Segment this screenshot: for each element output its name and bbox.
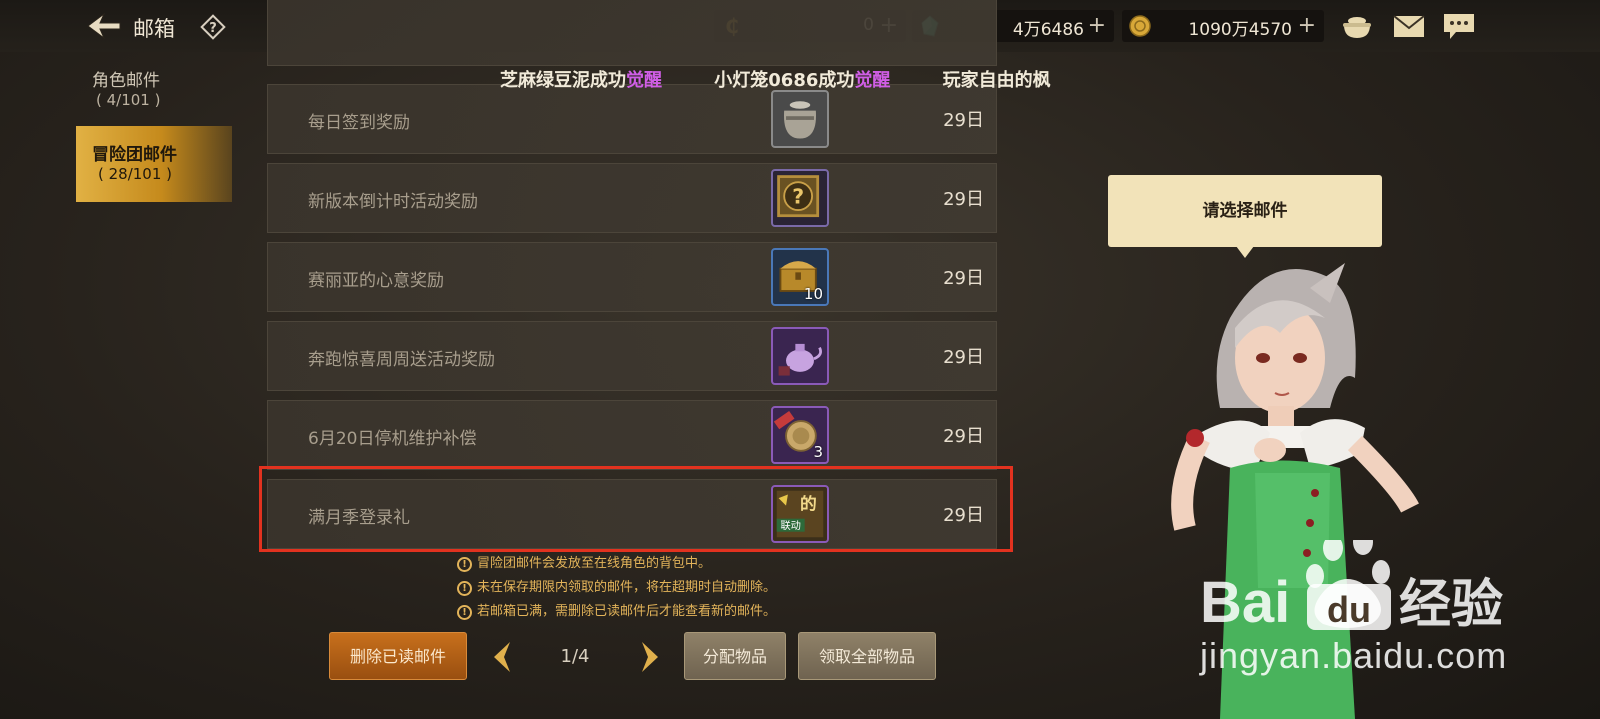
- page-prev-icon[interactable]: [490, 640, 514, 674]
- gold-chest-icon: 10: [771, 248, 829, 306]
- mail-sender: 赛丽亚的心意奖励: [308, 271, 444, 291]
- highlight-box: [259, 466, 1013, 552]
- gold-value: 1090万4570: [1188, 20, 1292, 40]
- ticker-awake: 觉醒: [626, 70, 662, 91]
- claim-all-button[interactable]: 领取全部物品: [798, 632, 936, 680]
- gold-coin-icon: [1129, 15, 1151, 37]
- svg-text:经验: 经验: [1399, 575, 1503, 635]
- watermark-url: jingyan.baidu.com: [1200, 635, 1508, 676]
- mail-sender: 每日签到奖励: [308, 113, 410, 133]
- notice-list: ! 冒险团邮件会发放至在线角色的背包中。 ! 未在保存期限内领取的邮件，将在超期…: [455, 555, 835, 627]
- svg-text:?: ?: [209, 21, 217, 36]
- list-item[interactable]: 新版本倒计时活动奖励 ? 29日: [267, 163, 997, 233]
- notice-text: 冒险团邮件会发放至在线角色的背包中。: [477, 556, 712, 571]
- mystery-box-icon: ?: [771, 169, 829, 227]
- svg-text:?: ?: [792, 185, 804, 209]
- mail-date: 29日: [943, 110, 984, 131]
- tab-team-mail[interactable]: 冒险团邮件 ( 28/101 ): [76, 126, 232, 202]
- mail-date: 29日: [943, 426, 984, 447]
- chat-bubble-icon[interactable]: [1442, 11, 1476, 41]
- item-count: 3: [813, 443, 823, 461]
- svg-text:du: du: [1327, 589, 1371, 630]
- silver-pot-icon: [771, 90, 829, 148]
- item-count: 10: [803, 285, 823, 303]
- delete-read-button[interactable]: 删除已读邮件: [329, 632, 467, 680]
- ticker-text: 玩家自由的枫: [942, 70, 1051, 91]
- warning-icon: !: [457, 605, 472, 620]
- crystal-value: 4万6486: [1012, 20, 1084, 40]
- mail-date: 29日: [943, 189, 984, 210]
- page-next-icon[interactable]: [638, 640, 662, 674]
- add-crystal-button[interactable]: +: [1088, 13, 1106, 38]
- ticker-item: 小灯笼0686成功觉醒: [714, 70, 890, 91]
- tab-role-mail[interactable]: 角色邮件 ( 4/101 ): [78, 66, 228, 116]
- tab-role-label: 角色邮件: [92, 71, 160, 91]
- baidu-logo-watermark: Bai du 经验: [1200, 540, 1503, 635]
- speech-bubble: 请选择邮件: [1108, 175, 1382, 247]
- purple-teapot-icon: [771, 327, 829, 385]
- add-gold-button[interactable]: +: [1298, 13, 1316, 38]
- list-item[interactable]: 赛丽亚的心意奖励 10 29日: [267, 242, 997, 312]
- warning-icon: !: [457, 557, 472, 572]
- page-indicator: 1/4: [560, 646, 590, 667]
- medal-coin-icon: 3: [771, 406, 829, 464]
- treasure-pot-icon[interactable]: [1340, 11, 1374, 41]
- mail-date: 29日: [943, 347, 984, 368]
- list-item[interactable]: 奔跑惊喜周周送活动奖励 29日: [267, 321, 997, 391]
- notice-text: 未在保存期限内领取的邮件，将在超期时自动删除。: [477, 580, 777, 595]
- notice-item: ! 若邮箱已满，需删除已读邮件后才能查看新的邮件。: [455, 603, 835, 627]
- assign-items-button[interactable]: 分配物品: [684, 632, 786, 680]
- notice-text: 若邮箱已满，需删除已读邮件后才能查看新的邮件。: [477, 604, 777, 619]
- ticker-item: 芝麻绿豆泥成功觉醒: [500, 70, 662, 91]
- ticker-item: 玩家自由的枫: [943, 70, 1051, 91]
- notice-item: ! 未在保存期限内领取的邮件，将在超期时自动删除。: [455, 579, 835, 603]
- mail-sender: 奔跑惊喜周周送活动奖励: [308, 350, 495, 370]
- back-arrow-icon[interactable]: [86, 10, 122, 42]
- announcement-ticker: 芝麻绿豆泥成功觉醒 小灯笼0686成功觉醒 玩家自由的枫: [500, 66, 1094, 96]
- ticker-awake: 觉醒: [854, 70, 891, 91]
- mail-date: 29日: [943, 268, 984, 289]
- tab-team-count: ( 28/101 ): [98, 165, 173, 183]
- question-mark-icon[interactable]: ?: [200, 14, 226, 40]
- list-item[interactable]: 6月20日停机维护补偿 3 29日: [267, 400, 997, 470]
- ticker-text: 小灯笼0686成功: [714, 70, 855, 91]
- page-title: 邮箱: [133, 17, 175, 41]
- warning-icon: !: [457, 581, 472, 596]
- mail-sender: 6月20日停机维护补偿: [308, 429, 477, 449]
- ticker-text: 芝麻绿豆泥成功: [500, 70, 626, 91]
- list-item[interactable]: [267, 0, 997, 66]
- svg-text:Bai: Bai: [1200, 570, 1290, 635]
- tab-role-count: ( 4/101 ): [96, 91, 161, 109]
- mail-sender: 新版本倒计时活动奖励: [308, 192, 478, 212]
- mail-envelope-icon[interactable]: [1392, 11, 1426, 41]
- tab-team-label: 冒险团邮件: [92, 145, 177, 165]
- speech-bubble-tail: [1236, 246, 1254, 258]
- gold-box: 1090万4570 +: [1122, 10, 1324, 42]
- notice-item: ! 冒险团邮件会发放至在线角色的背包中。: [455, 555, 835, 579]
